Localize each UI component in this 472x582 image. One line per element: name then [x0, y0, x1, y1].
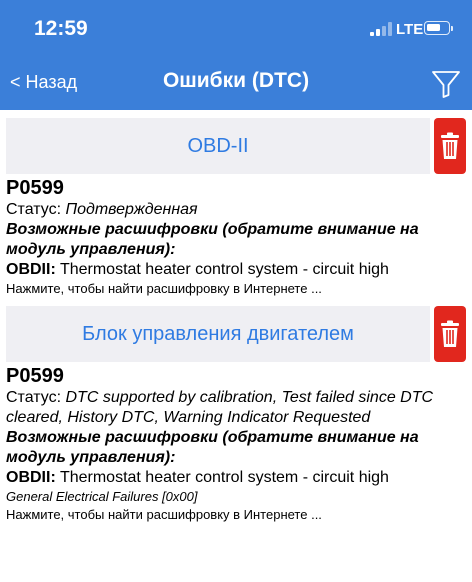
app-header: 12:59 LTE < Назад Ошибки (DTC): [0, 0, 472, 110]
nav-bar: < Назад Ошибки (DTC): [0, 56, 472, 110]
extra-decode: General Electrical Failures [0x00]: [6, 489, 198, 504]
page-title: Ошибки (DTC): [162, 69, 310, 92]
dtc-section: OBD-II P0599 Статус: Подтвержденная Возм…: [0, 118, 472, 298]
module-header[interactable]: Блок управления двигателем: [6, 306, 430, 362]
decode-prefix: OBDII:: [6, 261, 56, 278]
status-value: Подтвержденная: [65, 201, 198, 218]
decode-text: Thermostat heater control system - circu…: [59, 469, 389, 486]
dtc-entry: P0599 Статус: DTC supported by calibrati…: [0, 364, 472, 524]
delete-button[interactable]: [434, 118, 466, 174]
dtc-list: OBD-II P0599 Статус: Подтвержденная Возм…: [0, 110, 472, 524]
trash-icon: [441, 320, 459, 347]
dtc-code: P0599: [6, 177, 64, 199]
decode-prefix: OBDII:: [6, 469, 56, 486]
dtc-entry: P0599 Статус: Подтвержденная Возможные р…: [0, 176, 472, 298]
decode-line: OBDII: Thermostat heater control system …: [6, 468, 462, 488]
battery-level: [427, 24, 441, 31]
search-online-link[interactable]: Нажмите, чтобы найти расшифровку в Интер…: [6, 280, 462, 298]
trash-icon: [441, 132, 459, 159]
dtc-section: Блок управления двигателем P0599 Статус:…: [0, 306, 472, 524]
filter-icon: [432, 71, 460, 98]
possible-decodes-label: Возможные расшифровки (обратите внимание…: [6, 429, 419, 466]
decode-line: OBDII: Thermostat heater control system …: [6, 260, 462, 280]
status-time: 12:59: [34, 17, 88, 40]
decode-text: Thermostat heater control system - circu…: [59, 261, 389, 278]
search-online-link[interactable]: Нажмите, чтобы найти расшифровку в Интер…: [6, 506, 462, 524]
status-value: DTC supported by calibration, Test faile…: [6, 389, 434, 426]
delete-button[interactable]: [434, 306, 466, 362]
dtc-code: P0599: [6, 365, 64, 387]
dtc-status: Статус: Подтвержденная: [6, 200, 462, 220]
battery-icon: [424, 21, 453, 35]
module-header[interactable]: OBD-II: [6, 118, 430, 174]
network-type: LTE: [396, 21, 424, 38]
module-title: OBD-II: [187, 134, 249, 157]
status-label: Статус:: [6, 389, 62, 406]
dtc-status: Статус: DTC supported by calibration, Te…: [6, 388, 462, 428]
module-title: Блок управления двигателем: [82, 322, 354, 345]
cell-signal-icon: [370, 22, 392, 36]
status-label: Статус:: [6, 201, 62, 218]
status-bar: 12:59 LTE: [0, 0, 472, 50]
filter-button[interactable]: [430, 68, 462, 100]
possible-decodes-label: Возможные расшифровки (обратите внимание…: [6, 221, 419, 258]
